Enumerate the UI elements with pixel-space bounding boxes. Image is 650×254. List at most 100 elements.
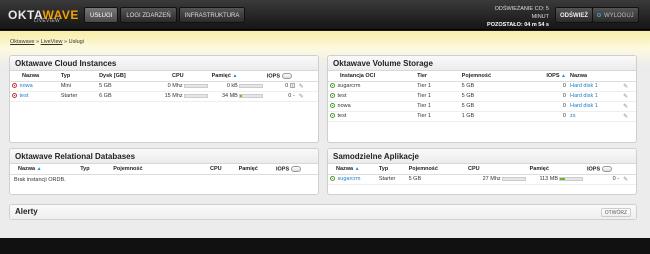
status-running-icon	[330, 93, 335, 99]
instance-disk: 6 GB	[97, 91, 146, 102]
sort-asc-icon: ▲	[232, 72, 238, 79]
app-link[interactable]: sugarcrm	[338, 176, 361, 182]
cloud-instances-table: Nazwa Typ Dysk [GB] CPU Pamięć ▲ IOPS no…	[10, 71, 318, 102]
volume-tier: Tier 1	[415, 111, 460, 122]
col-nazwa[interactable]: Nazwa ▲	[10, 164, 79, 175]
instance-cpu: 0 Mhz	[167, 83, 183, 89]
col-pamiec[interactable]: Pamięć	[527, 164, 585, 175]
pin-icon[interactable]: ✎	[623, 114, 628, 120]
col-typ[interactable]: Typ	[58, 71, 98, 82]
instance-iops: 0	[288, 93, 292, 99]
instance-link[interactable]: nowa	[20, 83, 33, 89]
volume-tier: Tier 1	[415, 81, 460, 92]
main-content: Oktawave » LiveView » Usługi Oktawave Cl…	[0, 31, 650, 238]
alerts-panel: Alerty OTWÓRZ	[9, 204, 637, 220]
col-pamiec[interactable]: Pamięć	[236, 164, 274, 175]
col-pamiec[interactable]: Pamięć ▲	[209, 71, 265, 82]
col-pojemnosc[interactable]: Pojemność	[111, 164, 208, 175]
volume-link[interactable]: Hard disk 1	[570, 83, 598, 89]
logo-subtitle: LIVEVIEW	[34, 18, 61, 24]
col-pojemnosc[interactable]: Pojemność	[459, 71, 520, 82]
nav-tab-logi-zdarzen[interactable]: LOGI ZDARZEŃ	[120, 7, 177, 23]
table-row[interactable]: test Tier 1 5 GB 0 Hard disk 1 ✎	[328, 91, 636, 102]
pin-icon[interactable]: ✎	[623, 84, 628, 90]
main-nav: USŁUGI LOGI ZDARZEŃ INFRASTRUKTURA	[84, 7, 247, 23]
status-running-icon	[330, 176, 335, 182]
cpu-bar	[183, 93, 208, 98]
instance-link[interactable]: test	[20, 93, 29, 99]
breadcrumb-liveview[interactable]: LiveView	[41, 39, 63, 45]
nav-tab-infrastruktura[interactable]: INFRASTRUKTURA	[178, 7, 246, 23]
mem-bar	[558, 176, 583, 181]
power-icon	[597, 13, 601, 18]
breadcrumb-oktawave[interactable]: Oktawave	[10, 39, 34, 45]
alert-icon[interactable]: !	[289, 83, 295, 88]
logout-label: WYLOGUJ	[604, 13, 634, 19]
col-iops[interactable]: IOPS	[584, 164, 622, 175]
refresh-button[interactable]: ODŚWIEŻ	[555, 7, 593, 23]
apps-panel: Samodzielne Aplikacje Nazwa ▲ Typ Pojemn…	[327, 148, 637, 195]
col-cpu[interactable]: CPU	[145, 71, 210, 82]
apps-table: Nazwa ▲ Typ Pojemność CPU Pamięć IOPS su…	[328, 164, 636, 185]
volume-link[interactable]: zs	[570, 113, 576, 119]
table-row[interactable]: nowa Tier 1 5 GB 0 Hard disk 1 ✎	[328, 101, 636, 112]
pin-icon[interactable]: ✎	[623, 177, 628, 183]
cpu-bar	[501, 176, 526, 181]
col-iops-label: IOPS	[546, 72, 560, 79]
col-typ[interactable]: Typ	[78, 164, 112, 175]
col-iops-label: IOPS	[275, 165, 290, 172]
volume-instance: test	[337, 93, 347, 99]
volume-link[interactable]: Hard disk 1	[570, 103, 598, 109]
cpu-bar	[183, 83, 208, 88]
volume-instance: test	[337, 113, 347, 119]
pin-icon[interactable]: ✎	[299, 94, 304, 100]
col-nazwa[interactable]: Nazwa	[567, 71, 622, 82]
iops-toggle[interactable]	[601, 165, 612, 172]
volume-iops: 0	[519, 111, 568, 122]
col-nazwa[interactable]: Nazwa	[10, 71, 59, 82]
col-nazwa-label: Nazwa	[336, 165, 354, 172]
col-cpu[interactable]: CPU	[207, 164, 237, 175]
iops-toggle[interactable]	[281, 72, 292, 79]
col-iops[interactable]: IOPS ▲	[519, 71, 568, 82]
status-running-icon	[330, 83, 335, 89]
mem-bar	[238, 83, 263, 88]
pin-icon[interactable]: ✎	[623, 104, 628, 110]
table-row[interactable]: test Tier 1 1 GB 0 zs ✎	[328, 111, 636, 122]
iops-toggle[interactable]	[290, 165, 301, 172]
alerts-open-button[interactable]: OTWÓRZ	[600, 208, 631, 217]
col-dysk[interactable]: Dysk [GB]	[97, 71, 146, 82]
nav-tab-uslugi[interactable]: USŁUGI	[84, 7, 119, 23]
table-row[interactable]: test Starter 6 GB 15 Mhz 34 MB 0 - ✎	[10, 91, 318, 102]
footer	[0, 238, 650, 254]
oktawave-logo[interactable]: OKTAWAVE LIVEVIEW	[8, 6, 79, 26]
col-instancja-oci[interactable]: Instancja OCI	[328, 71, 416, 82]
col-nazwa[interactable]: Nazwa ▲	[328, 164, 377, 175]
volume-size: 5 GB	[459, 81, 520, 92]
volume-size: 1 GB	[459, 111, 520, 122]
col-iops[interactable]: IOPS	[273, 164, 318, 175]
refresh-info: ODŚWIEŻANIE CO: 5 MINUT POZOSTAŁO: 04 m …	[484, 5, 549, 29]
pin-icon[interactable]: ✎	[299, 84, 304, 90]
col-typ[interactable]: Typ	[376, 164, 407, 175]
col-iops[interactable]: IOPS	[264, 71, 297, 82]
volume-size: 5 GB	[459, 101, 520, 112]
table-row[interactable]: nowa Mini 5 GB 0 Mhz 0 kB 0 ! ✎	[10, 81, 318, 92]
volume-link[interactable]: Hard disk 1	[570, 93, 598, 99]
alerts-title: Alerty	[10, 205, 636, 219]
pin-icon[interactable]: ✎	[623, 94, 628, 100]
mem-bar-fill	[239, 94, 242, 97]
table-row[interactable]: sugarcrm Tier 1 5 GB 0 Hard disk 1 ✎	[328, 81, 636, 92]
cloud-instances-panel: Oktawave Cloud Instances Nazwa Typ Dysk …	[9, 55, 319, 143]
col-tier[interactable]: Tier	[415, 71, 460, 82]
app-size: 5 GB	[406, 174, 467, 185]
col-actions	[296, 71, 318, 82]
volume-tier: Tier 1	[415, 91, 460, 102]
table-row[interactable]: sugarcrm Starter 5 GB 27 Mhz 113 MB 0 - …	[328, 174, 636, 185]
app-dash: -	[617, 176, 620, 182]
col-cpu[interactable]: CPU	[466, 164, 528, 175]
col-pojemnosc[interactable]: Pojemność	[406, 164, 467, 175]
logout-button[interactable]: WYLOGUJ	[592, 7, 639, 23]
volume-instance: nowa	[337, 103, 351, 109]
databases-empty-message: Brak instancji ORDB.	[14, 176, 66, 183]
